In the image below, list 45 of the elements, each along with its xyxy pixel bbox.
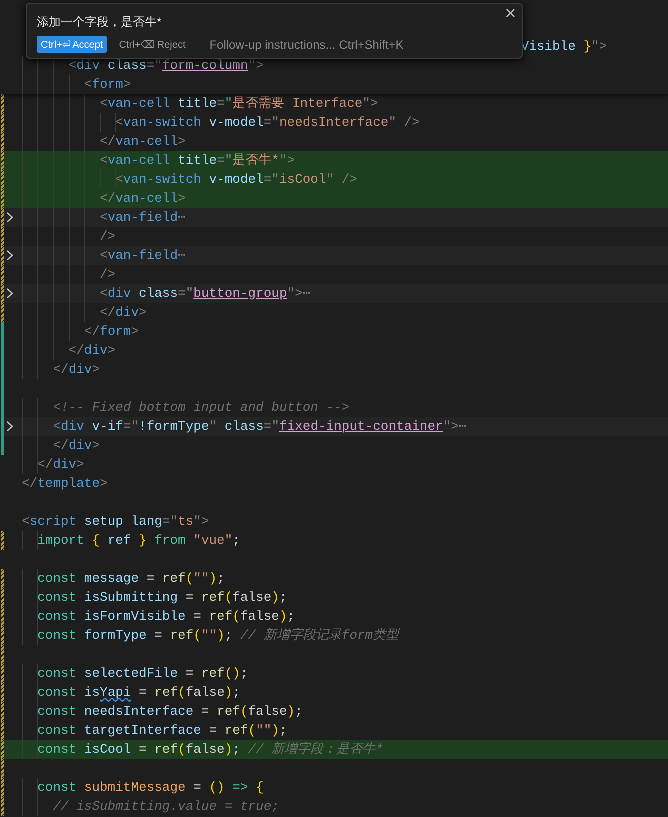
code-line: </div> — [100, 304, 147, 322]
code-line: <form> — [84, 76, 132, 94]
code-line: </div> — [38, 456, 84, 474]
code-line: </van-cell> — [100, 133, 186, 151]
code-line: const message = ref(""); — [38, 570, 225, 588]
code-comment: <!-- Fixed bottom input and button --> — [53, 399, 350, 417]
code-line: const submitMessage = () => { — [38, 779, 264, 797]
code-line: const needsInterface = ref(false); — [38, 703, 303, 721]
code-line: </form> — [84, 323, 140, 341]
code-line: const isCool = ref(false); // 新增字段：是否牛* — [38, 741, 384, 759]
code-line: <div class="button-group">⋯ — [100, 285, 311, 303]
code-line: </div> — [53, 437, 100, 455]
code-line: <van-switch v-model="needsInterface" /> — [116, 114, 420, 132]
code-line: <div v-if="!formType" class="fixed-input-container">⋯ — [53, 418, 467, 436]
code-line: const isYapi = ref(false); — [38, 684, 240, 702]
close-button[interactable]: × — [501, 4, 520, 22]
code-line: /> — [100, 228, 116, 246]
code-line: const targetInterface = ref(""); — [38, 722, 288, 740]
code-line: const selectedFile = ref(); — [38, 665, 248, 683]
code-line: import { ref } from "vue"; — [38, 532, 240, 550]
code-line: const formType = ref(""); // 新增字段记录form类型 — [38, 627, 400, 645]
code-line: <van-field⋯ — [100, 209, 186, 227]
code-line: const isSubmitting = ref(false); — [38, 589, 288, 607]
reject-button[interactable]: Ctrl+⌫ Reject — [119, 38, 186, 50]
code-line: <van-cell title="是否需要 Interface"> — [100, 95, 378, 113]
prompt-text: 添加一个字段，是否牛* — [37, 14, 162, 31]
code-line: const isFormVisible = ref(false); — [38, 608, 296, 626]
code-line: <div class="form-column"> — [68, 57, 264, 75]
code-comment: // isSubmitting.value = true; — [53, 798, 280, 816]
chevron-right-icon[interactable] — [6, 212, 14, 223]
chevron-right-icon[interactable] — [6, 250, 14, 261]
code-line: </template> — [22, 475, 108, 493]
code-line: <van-field⋯ — [100, 247, 186, 265]
code-line: /> — [100, 266, 116, 284]
code-line: </van-cell> — [100, 190, 186, 208]
code-line: <script setup lang="ts"> — [22, 513, 210, 531]
accept-button[interactable]: Ctrl+⏎ Accept — [37, 36, 108, 53]
follow-up-field[interactable]: Follow-up instructions... Ctrl+Shift+K — [210, 38, 470, 52]
chevron-right-icon[interactable] — [6, 421, 14, 432]
code-line: </div> — [53, 361, 100, 379]
chevron-right-icon[interactable] — [6, 288, 14, 299]
code-line: <van-switch v-model="isCool" /> — [116, 171, 358, 189]
code-line: <van-cell title="是否牛*"> — [100, 152, 296, 170]
code-line: </div> — [68, 342, 116, 360]
code-line: Visible }"> — [521, 38, 608, 56]
